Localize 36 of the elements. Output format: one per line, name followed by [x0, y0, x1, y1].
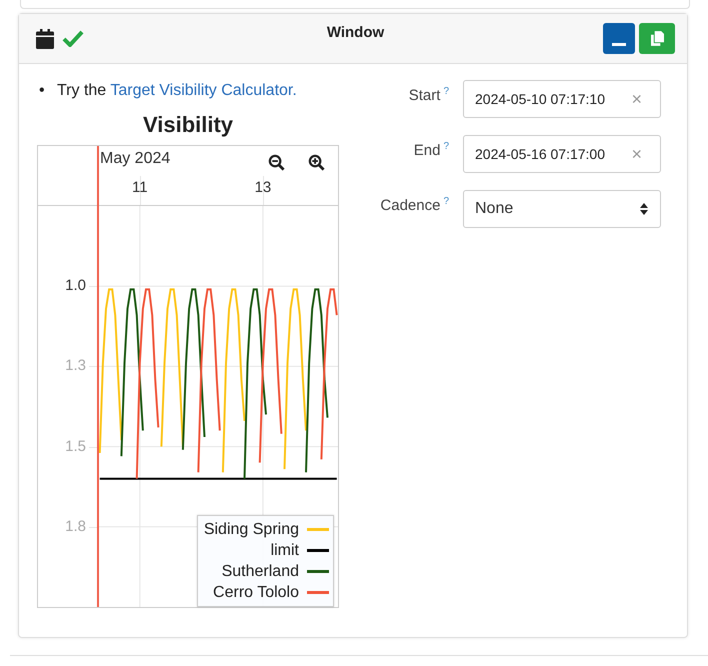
panel-title: Window [326, 24, 386, 41]
note-text: Try the Target Visibility Calculator. [57, 82, 297, 99]
cadence-select[interactable]: None [463, 190, 661, 228]
bullet: • [39, 81, 46, 101]
y-tick-label: 1.5 [65, 438, 86, 456]
month-label: May 2024 [100, 150, 170, 168]
field-label: End [414, 142, 440, 159]
field-label: Cadence [380, 197, 440, 214]
datetime-field[interactable]: 2024-05-16 07:17:00 × [463, 135, 661, 173]
copy-icon [650, 31, 664, 46]
checkmark-icon [62, 30, 84, 47]
help-link[interactable]: ? [443, 196, 449, 207]
y-tick-label: 1.0 [65, 277, 86, 296]
x-tick-label: 11 [132, 179, 148, 196]
help-link[interactable]: ? [443, 141, 449, 152]
datetime-field[interactable]: 2024-05-10 07:17:10 × [463, 80, 661, 118]
legend-label: Cerro Tololo [213, 584, 299, 602]
zoom-out-icon[interactable] [268, 154, 285, 171]
x-tick-label: 13 [254, 179, 272, 196]
legend-label: limit [270, 542, 299, 560]
clear-button[interactable]: × [631, 144, 642, 164]
y-tick-label: 1.8 [65, 518, 86, 536]
legend-label: Sutherland [222, 562, 299, 580]
copy-button[interactable] [639, 23, 675, 54]
calculator-link[interactable]: Target Visibility Calculator. [110, 82, 297, 99]
chart-title: Visibility [142, 111, 234, 139]
field-label: Start [408, 87, 440, 104]
clear-button[interactable]: × [631, 88, 642, 110]
minimize-icon [612, 42, 626, 46]
select-arrows-icon [640, 203, 648, 215]
zoom-in-icon[interactable] [308, 154, 325, 171]
minimize-button[interactable] [603, 23, 635, 54]
y-tick-label: 1.3 [65, 357, 86, 376]
legend-label: Siding Spring [204, 520, 299, 538]
calendar-icon [36, 28, 54, 48]
help-link[interactable]: ? [443, 86, 449, 97]
